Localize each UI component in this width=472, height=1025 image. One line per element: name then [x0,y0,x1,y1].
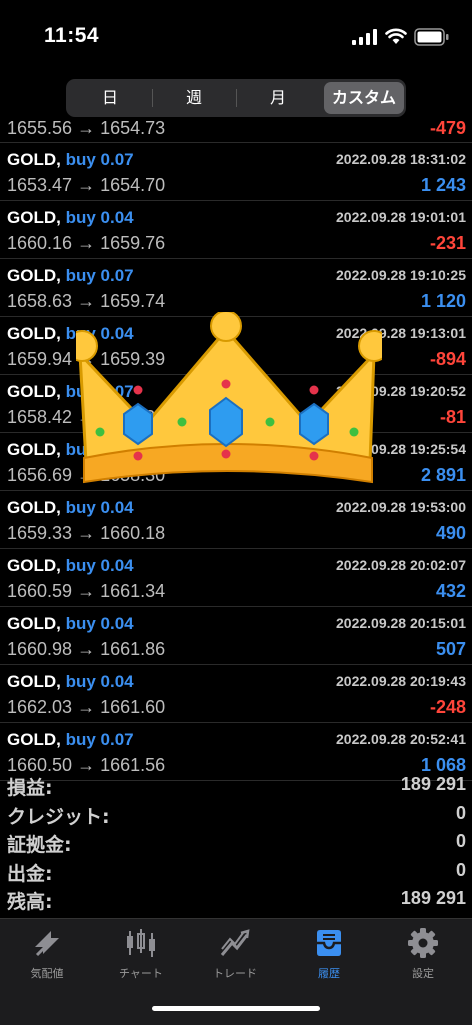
segment-divider [236,89,237,107]
summary-label: 出金: [7,862,53,885]
summary-value: 0 [455,802,466,823]
trade-symbol: GOLD, buy 0.04 [7,614,134,633]
trade-profit: -231 [429,233,466,253]
period-day-tab[interactable]: 日 [70,82,150,114]
crown-icon [76,312,382,484]
trade-profit: 490 [435,523,466,543]
trade-date: 2022.09.28 20:52:41 [336,731,466,747]
trade-prices: 1655.56 → 1654.73 [7,118,166,138]
quotes-icon [35,931,59,957]
home-indicator[interactable] [152,1006,320,1011]
trade-prices: 1662.03 → 1661.60 [7,697,166,717]
summary-value: 189 291 [400,774,466,794]
trade-icon [220,929,250,956]
trade-prices: 1659.33 → 1660.18 [7,523,166,543]
summary-row-withdrawal: 出金: 0 [0,857,472,886]
summary-row-credit: クレジット: 0 [0,800,472,829]
trade-symbol: GOLD, buy 0.04 [7,498,134,517]
trade-symbol: GOLD, buy 0.07 [7,730,134,749]
tab-label: 気配値 [30,967,64,980]
tab-trade[interactable]: トレード [188,919,282,985]
summary-value: 189 291 [400,888,466,908]
trade-side: buy 0.04 [65,614,134,633]
trade-symbol: GOLD, buy 0.04 [7,208,134,227]
trade-side: buy 0.07 [65,150,134,169]
tab-history[interactable]: 履歴 [282,919,376,985]
summary-row-profit: 損益: 189 291 [0,771,472,800]
trade-side: buy 0.04 [65,556,134,575]
status-bar: 11:54 [0,0,472,76]
summary-label: 損益: [7,777,53,799]
trade-prices: 1658.63 → 1659.74 [7,291,166,311]
period-segmented-control: 日 週 月 カスタム [66,79,406,117]
trade-prices: 1660.98 → 1661.86 [7,639,166,659]
trade-date: 2022.09.28 19:10:25 [336,267,466,283]
trade-symbol: GOLD, buy 0.07 [7,266,134,285]
trade-profit: 1 243 [420,175,466,195]
summary-row-balance: 残高: 189 291 [0,885,472,914]
trade-row[interactable]: GOLD, buy 0.04 2022.09.28 20:15:01 1660.… [0,607,472,665]
trade-date: 2022.09.28 20:02:07 [336,557,466,573]
summary-label: 残高: [7,891,53,913]
trade-date: 2022.09.28 19:53:00 [336,499,466,515]
trade-profit: -479 [429,118,466,138]
trade-side: buy 0.04 [65,672,134,691]
tab-chart[interactable]: チャート [94,919,188,985]
trade-profit: -894 [429,349,466,369]
chart-icon [127,929,155,957]
period-month-tab[interactable]: 月 [238,82,318,114]
summary-label: クレジット: [7,805,110,828]
trade-date: 2022.09.28 19:01:01 [336,209,466,225]
settings-icon [408,928,438,958]
trade-side: buy 0.07 [65,730,134,749]
trade-prices: 1660.16 → 1659.76 [7,233,166,253]
trade-date: 2022.09.28 20:19:43 [336,673,466,689]
trade-row[interactable]: GOLD, buy 0.04 2022.09.28 19:53:00 1659.… [0,491,472,549]
trade-row[interactable]: GOLD, buy 0.07 2022.09.28 19:10:25 1658.… [0,259,472,317]
segment-divider [152,89,153,107]
wifi-icon [385,28,407,44]
trade-profit: 1 120 [420,291,466,311]
summary-value: 0 [455,831,466,851]
trade-row[interactable]: GOLD, buy 0.07 2022.09.28 18:31:02 1653.… [0,143,472,201]
tab-label: 設定 [412,967,434,980]
trade-symbol: GOLD, buy 0.04 [7,672,134,691]
trade-profit: -248 [429,697,466,717]
trade-symbol: GOLD, buy 0.07 [7,150,134,169]
battery-icon [414,28,449,46]
summary-row-deposit: 証拠金: 0 [0,828,472,857]
tab-label: 履歴 [318,967,340,980]
account-summary: 損益: 189 291 クレジット: 0 証拠金: 0 出金: 0 残高: 18… [0,771,472,914]
trade-side: buy 0.04 [65,498,134,517]
trade-profit: -81 [439,407,466,427]
trade-symbol: GOLD, buy 0.04 [7,556,134,575]
trade-date: 2022.09.28 18:31:02 [336,151,466,167]
history-icon [317,930,341,956]
trade-row[interactable]: GOLD, buy 0.04 2022.09.28 20:02:07 1660.… [0,549,472,607]
trade-side: buy 0.07 [65,266,134,285]
tab-label: チャート [119,967,163,980]
trade-row[interactable]: 1655.56 → 1654.73 -479 [0,118,472,143]
trade-side: buy 0.04 [65,208,134,227]
cellular-signal-icon [352,29,377,45]
trade-date: 2022.09.28 20:15:01 [336,615,466,631]
trade-prices: 1653.47 → 1654.70 [7,175,166,195]
status-time: 11:54 [44,24,100,47]
summary-value: 0 [455,859,466,880]
period-custom-tab[interactable]: カスタム [324,82,404,114]
trade-profit: 2 891 [420,465,466,485]
tab-label: トレード [213,967,257,980]
summary-label: 証拠金: [7,834,72,856]
period-week-tab[interactable]: 週 [154,82,234,114]
trade-profit: 432 [435,581,466,601]
trade-row[interactable]: GOLD, buy 0.04 2022.09.28 19:01:01 1660.… [0,201,472,259]
trade-prices: 1660.59 → 1661.34 [7,581,166,601]
tab-settings[interactable]: 設定 [376,919,470,985]
tab-quotes[interactable]: 気配値 [0,919,94,985]
trade-profit: 507 [435,639,466,659]
trade-row[interactable]: GOLD, buy 0.04 2022.09.28 20:19:43 1662.… [0,665,472,723]
